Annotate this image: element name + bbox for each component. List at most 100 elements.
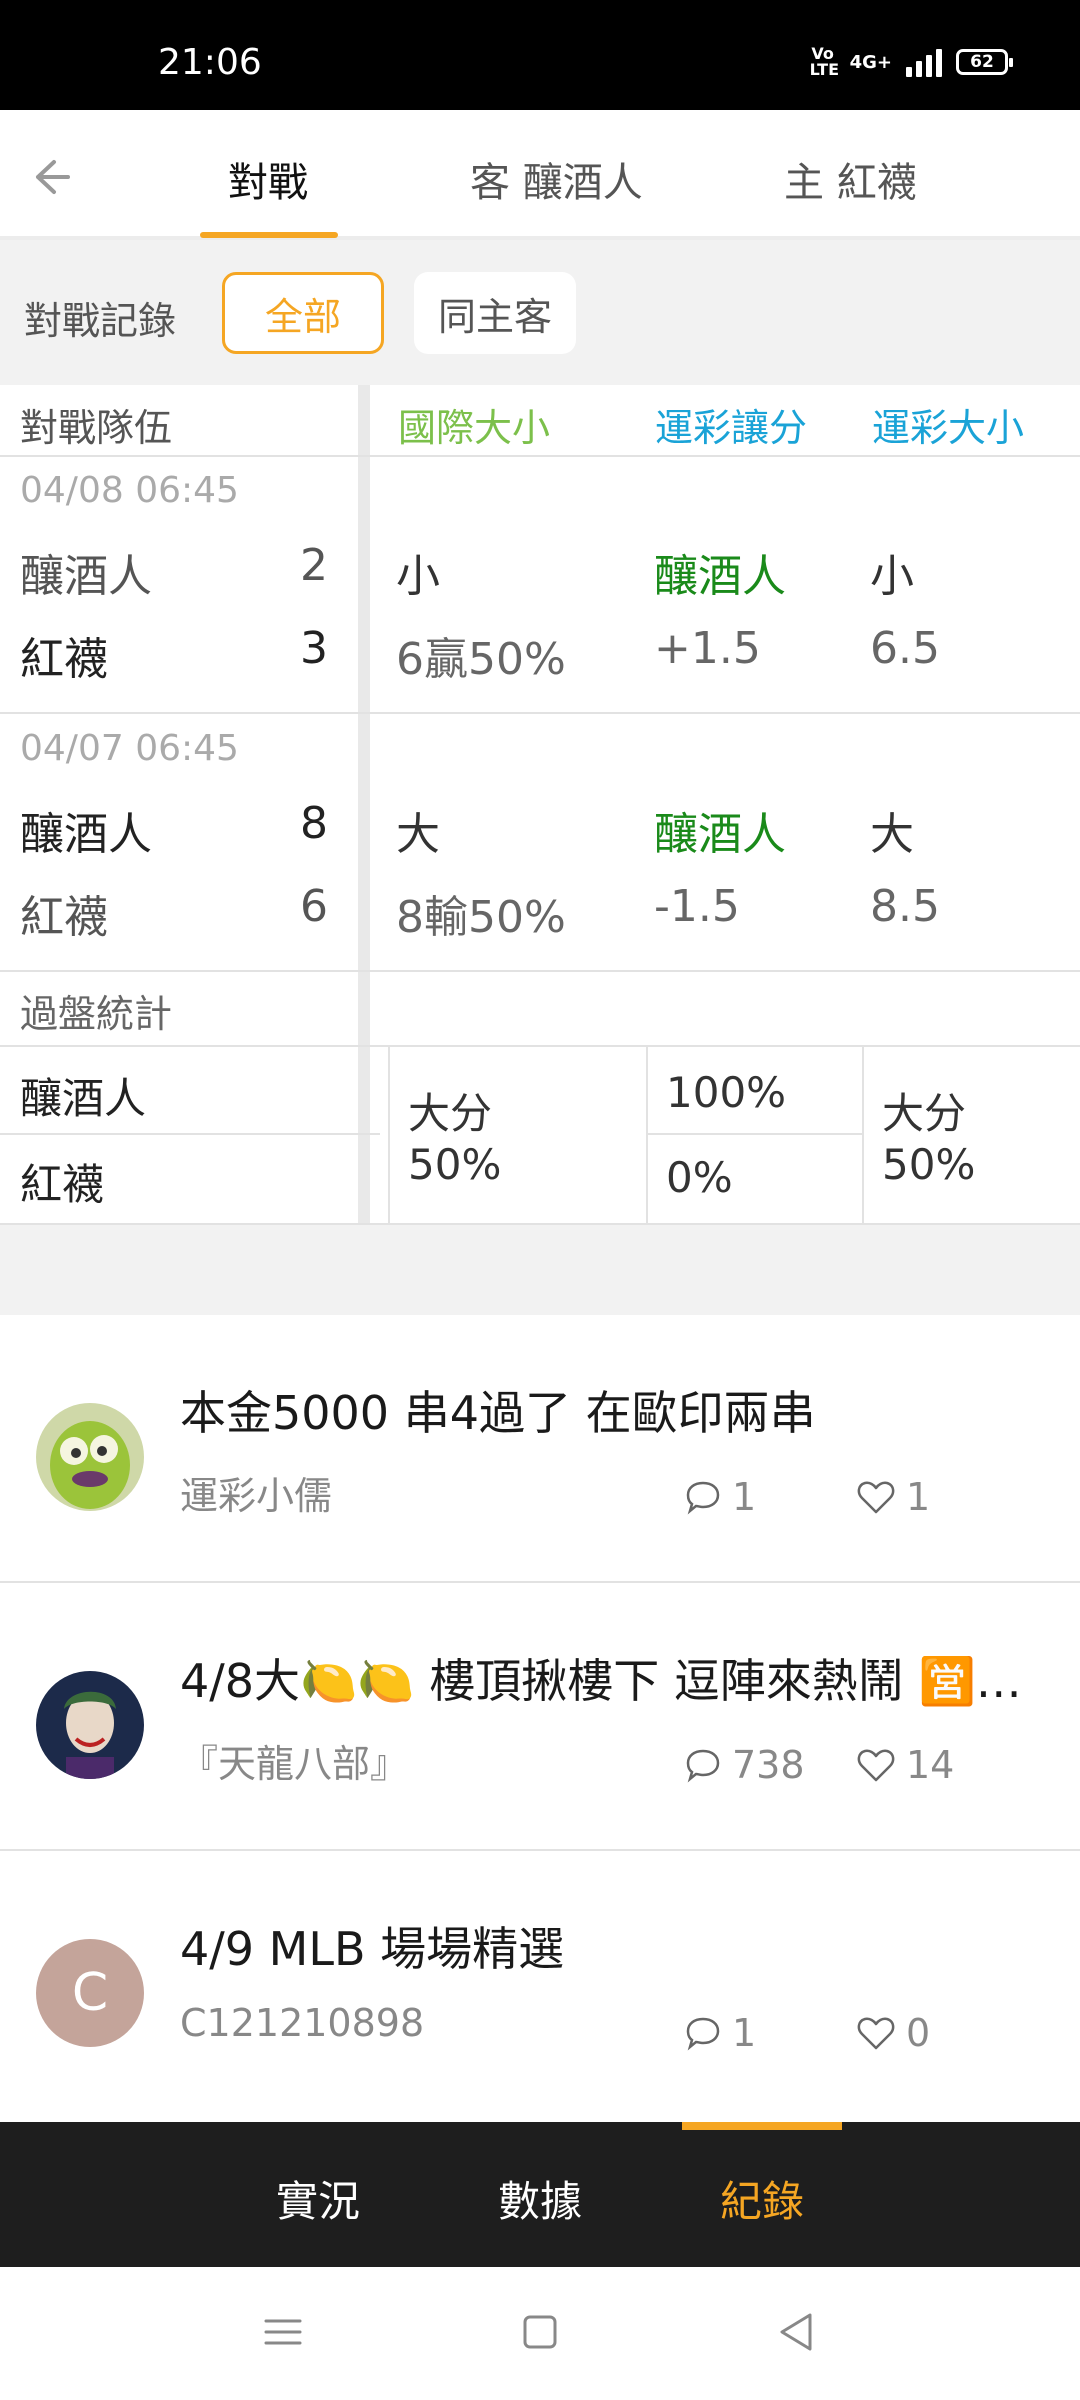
spread-team: 釀酒人 <box>654 809 786 860</box>
letter-avatar[interactable]: C <box>36 1939 144 2047</box>
post-item[interactable]: C 4/9 MLB 場場精選 C121210898 1 0 <box>0 1851 1080 2119</box>
comment-icon <box>686 1749 720 1783</box>
comment-count-value: 1 <box>732 2011 757 2055</box>
stats-away-team: 釀酒人 <box>20 1074 147 1123</box>
like-count[interactable]: 1 <box>856 1475 930 1519</box>
bottom-nav: 實況 數據 紀錄 <box>0 2122 1080 2267</box>
stats-intl-pct: 50% <box>408 1140 502 1189</box>
total-result: 大 <box>870 809 914 860</box>
divider <box>388 1045 390 1225</box>
network-type: 4G+ <box>849 51 892 73</box>
stats-intl-label: 大分 <box>408 1089 493 1138</box>
total-result: 小 <box>870 551 914 602</box>
post-title: 本金5000 串4過了 在歐印兩串 <box>180 1386 816 1440</box>
heart-icon <box>857 1481 895 1514</box>
nav-stats[interactable]: 數據 <box>498 2168 582 2229</box>
total-line: 6.5 <box>870 623 940 674</box>
header-intl-total: 國際大小 <box>398 406 551 450</box>
divider <box>646 1045 648 1225</box>
cartoon-avatar[interactable] <box>36 1403 144 1511</box>
stats-total-pct: 50% <box>882 1140 976 1189</box>
stats-spread-home-pct: 0% <box>666 1153 733 1202</box>
tab-away-team[interactable]: 客 釀酒人 <box>470 150 643 208</box>
home-score: 6 <box>300 881 328 932</box>
spread-team: 釀酒人 <box>654 551 786 602</box>
home-icon[interactable] <box>515 2307 565 2357</box>
post-title: 4/8大🍋🍋 樓頂揪樓下 逗陣來熱鬧 🈺… <box>180 1654 1022 1708</box>
stats-total-label: 大分 <box>882 1089 967 1138</box>
tab-matchup[interactable]: 對戰 <box>228 150 308 208</box>
divider <box>0 970 1080 972</box>
tab-home-team[interactable]: 主 紅襪 <box>784 150 917 208</box>
post-author[interactable]: 『天龍八部』 <box>180 1733 408 1788</box>
nav-live[interactable]: 實況 <box>276 2168 360 2229</box>
spread-line: -1.5 <box>654 881 740 932</box>
comment-icon <box>686 1481 720 1515</box>
intl-result: 大 <box>396 809 440 860</box>
comment-count[interactable]: 1 <box>684 2011 756 2055</box>
match-date: 04/08 06:45 <box>20 470 239 511</box>
divider <box>0 1045 1080 1047</box>
spread-line: +1.5 <box>654 623 761 674</box>
post-title: 4/9 MLB 場場精選 <box>180 1922 565 1976</box>
filter-chip-all[interactable]: 全部 <box>222 272 384 354</box>
home-team: 紅襪 <box>20 892 108 943</box>
post-item[interactable]: 本金5000 串4過了 在歐印兩串 運彩小儒 1 1 <box>0 1315 1080 1583</box>
away-team: 釀酒人 <box>20 551 152 602</box>
intl-result: 小 <box>396 551 440 602</box>
header-spread: 運彩讓分 <box>655 406 808 450</box>
like-count-value: 0 <box>906 2011 931 2055</box>
active-nav-indicator <box>682 2122 842 2130</box>
filter-chip-same-venue[interactable]: 同主客 <box>414 272 576 354</box>
signal-icon <box>906 47 942 77</box>
section-spacer <box>0 1225 1080 1315</box>
header-team: 對戰隊伍 <box>20 406 173 450</box>
menu-icon[interactable] <box>258 2307 308 2357</box>
stats-label: 過盤統計 <box>20 992 173 1036</box>
home-score: 3 <box>300 623 328 674</box>
comment-count-value: 1 <box>732 1475 757 1519</box>
comment-icon <box>686 2017 720 2051</box>
divider <box>0 712 1080 714</box>
status-time: 21:06 <box>158 42 262 83</box>
heart-icon <box>857 2017 895 2050</box>
filter-row: 對戰記錄 全部 同主客 <box>0 240 1080 385</box>
like-count[interactable]: 14 <box>856 1743 954 1787</box>
active-tab-indicator <box>200 232 338 238</box>
like-count[interactable]: 0 <box>856 2011 930 2055</box>
like-count-value: 14 <box>906 1743 955 1787</box>
divider <box>862 1045 864 1225</box>
header-total: 運彩大小 <box>872 406 1025 450</box>
filter-label: 對戰記錄 <box>24 299 177 343</box>
like-count-value: 1 <box>906 1475 931 1519</box>
intl-detail: 8輸50% <box>396 892 566 943</box>
post-author[interactable]: C121210898 <box>180 2001 424 2045</box>
status-bar: 21:06 Vo LTE 4G+ 62 <box>0 0 1080 110</box>
nav-records[interactable]: 紀錄 <box>720 2168 804 2229</box>
post-item[interactable]: 4/8大🍋🍋 樓頂揪樓下 逗陣來熱鬧 🈺… 『天龍八部』 738 14 <box>0 1583 1080 1851</box>
total-line: 8.5 <box>870 881 940 932</box>
away-team: 釀酒人 <box>20 809 152 860</box>
post-author[interactable]: 運彩小儒 <box>180 1465 332 1520</box>
system-nav-bar <box>0 2267 1080 2400</box>
volte-icon: Vo LTE <box>809 44 839 79</box>
divider <box>648 1133 862 1135</box>
matchup-table: 對戰隊伍 國際大小 運彩讓分 運彩大小 04/08 06:45 釀酒人 2 紅襪… <box>0 385 1080 1225</box>
heart-icon <box>857 1749 895 1782</box>
stats-home-team: 紅襪 <box>20 1160 105 1209</box>
joker-avatar[interactable] <box>36 1671 144 1779</box>
back-arrow-icon[interactable] <box>24 152 74 202</box>
away-score: 2 <box>300 540 328 591</box>
stats-spread-away-pct: 100% <box>666 1068 787 1117</box>
comment-count[interactable]: 1 <box>684 1475 756 1519</box>
divider <box>0 1133 380 1135</box>
top-tab-bar: 對戰 客 釀酒人 主 紅襪 <box>0 110 1080 240</box>
intl-detail: 6贏50% <box>396 634 566 685</box>
back-icon[interactable] <box>772 2307 822 2357</box>
comment-count[interactable]: 738 <box>684 1743 805 1787</box>
comment-count-value: 738 <box>732 1743 805 1787</box>
battery-icon: 62 <box>956 49 1013 75</box>
column-divider <box>358 385 370 1225</box>
avatar-initial: C <box>71 1963 109 2023</box>
match-date: 04/07 06:45 <box>20 728 239 769</box>
